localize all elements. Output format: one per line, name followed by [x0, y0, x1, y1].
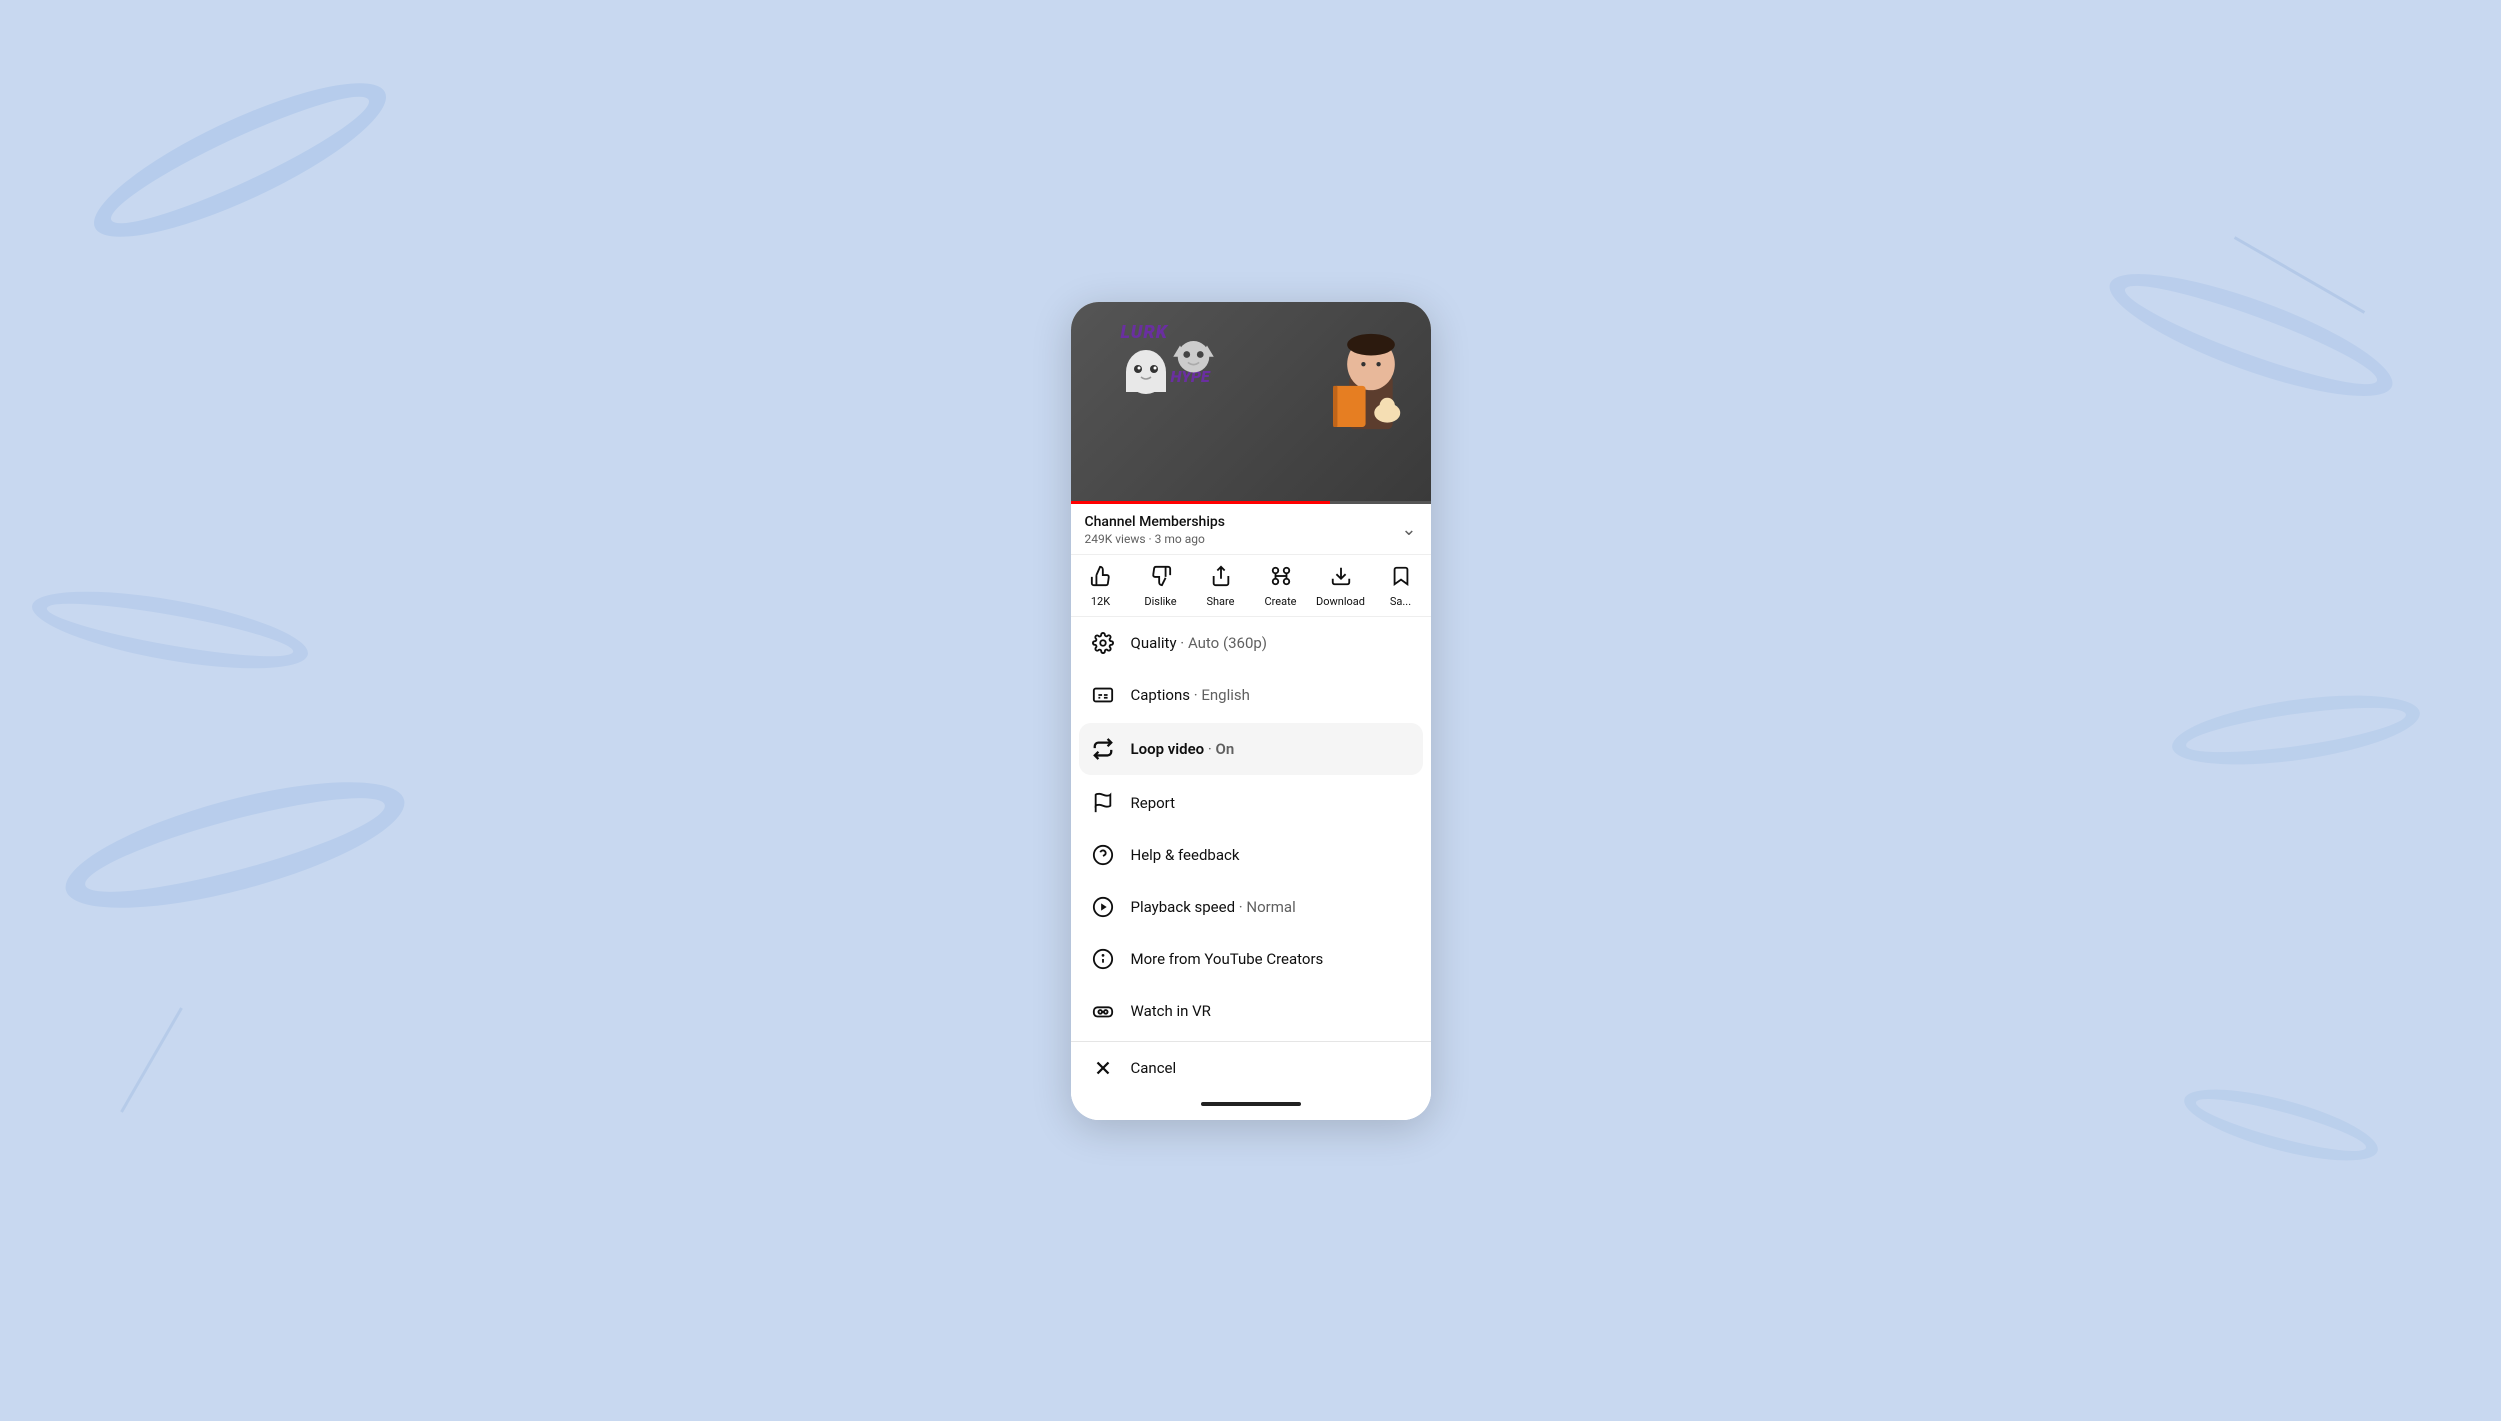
share-button[interactable]: Share [1191, 561, 1251, 612]
quality-text: Quality · Auto (360p) [1131, 634, 1268, 652]
ghost-cat-sticker [1116, 347, 1176, 402]
playback-text: Playback speed · Normal [1131, 898, 1296, 916]
report-text: Report [1131, 794, 1176, 812]
like-icon [1090, 565, 1112, 592]
create-label: Create [1264, 595, 1296, 608]
share-icon [1210, 565, 1232, 592]
loop-icon [1091, 737, 1115, 761]
channel-info-bar: Channel Memberships 249K views · 3 mo ag… [1071, 504, 1431, 555]
save-label: Sa... [1390, 595, 1411, 608]
cancel-menu-item[interactable]: Cancel [1071, 1041, 1431, 1094]
playback-speed-menu-item[interactable]: Playback speed · Normal [1071, 881, 1431, 933]
help-icon [1091, 843, 1115, 867]
quality-menu-item[interactable]: Quality · Auto (360p) [1071, 617, 1431, 669]
info-icon [1091, 947, 1115, 971]
video-progress-fill [1071, 501, 1330, 504]
handle-bar [1201, 1102, 1301, 1106]
help-menu-item[interactable]: Help & feedback [1071, 829, 1431, 881]
lurk-text: LURK [1121, 322, 1168, 343]
bottom-handle [1071, 1094, 1431, 1120]
share-label: Share [1206, 595, 1234, 608]
loop-menu-item[interactable]: Loop video · On [1079, 723, 1423, 775]
channel-info-text: Channel Memberships 249K views · 3 mo ag… [1085, 514, 1225, 546]
report-menu-item[interactable]: Report [1071, 777, 1431, 829]
more-from-text: More from YouTube Creators [1131, 950, 1324, 968]
vr-text: Watch in VR [1131, 1002, 1211, 1020]
phone-frame: LURK HYPE [1071, 302, 1431, 1120]
gear-icon [1091, 631, 1115, 655]
dislike-label: Dislike [1144, 595, 1176, 608]
more-from-menu-item[interactable]: More from YouTube Creators [1071, 933, 1431, 985]
like-count: 12K [1091, 595, 1110, 608]
loop-text: Loop video · On [1131, 740, 1235, 758]
dislike-button[interactable]: Dislike [1131, 561, 1191, 612]
small-cat-sticker [1171, 332, 1216, 377]
cc-icon [1091, 683, 1115, 707]
loop-value: · On [1204, 740, 1234, 758]
captions-text: Captions · English [1131, 686, 1250, 704]
context-menu: Quality · Auto (360p) Captions · English [1071, 617, 1431, 1120]
download-label: Download [1316, 595, 1365, 608]
quality-label: Quality [1131, 634, 1177, 652]
channel-title: Channel Memberships [1085, 514, 1225, 530]
download-button[interactable]: Download [1311, 561, 1371, 612]
cancel-text: Cancel [1131, 1059, 1177, 1077]
help-text: Help & feedback [1131, 846, 1240, 864]
captions-value: · English [1190, 686, 1250, 704]
vr-menu-item[interactable]: Watch in VR [1071, 985, 1431, 1037]
channel-meta: 249K views · 3 mo ago [1085, 532, 1225, 546]
download-icon [1330, 565, 1352, 592]
playback-value: · Normal [1235, 898, 1296, 916]
speed-icon [1091, 895, 1115, 919]
like-button[interactable]: 12K [1071, 561, 1131, 612]
dislike-icon [1150, 565, 1172, 592]
cancel-icon [1091, 1056, 1115, 1080]
flag-icon [1091, 791, 1115, 815]
loop-label: Loop video [1131, 740, 1205, 758]
captions-label: Captions [1131, 686, 1190, 704]
save-icon [1390, 565, 1412, 592]
playback-label: Playback speed [1131, 898, 1236, 916]
action-bar: 12K Dislike Share [1071, 555, 1431, 617]
video-progress-bar[interactable] [1071, 501, 1431, 504]
create-button[interactable]: Create [1251, 561, 1311, 612]
captions-menu-item[interactable]: Captions · English [1071, 669, 1431, 721]
chevron-down-icon[interactable]: ⌄ [1401, 519, 1416, 540]
character-sticker [1326, 310, 1416, 440]
save-button[interactable]: Sa... [1371, 561, 1431, 612]
vr-icon [1091, 999, 1115, 1023]
quality-value: · Auto (360p) [1177, 634, 1267, 652]
thumbnail-art: LURK HYPE [1071, 302, 1431, 504]
create-icon [1270, 565, 1292, 592]
video-thumbnail[interactable]: LURK HYPE [1071, 302, 1431, 504]
